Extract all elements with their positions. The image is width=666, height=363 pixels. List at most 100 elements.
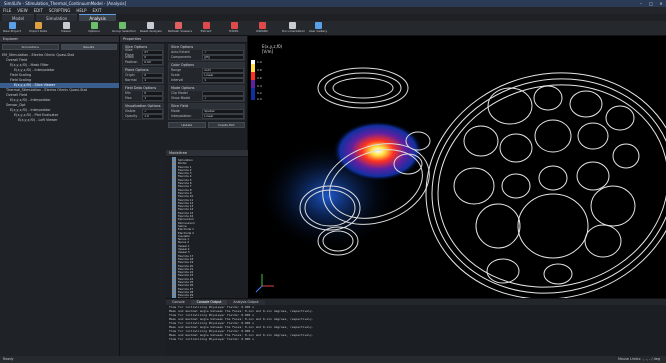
property-group: Slice Field Mode Spatial Interpolation Linea… (168, 103, 245, 120)
model-tree-panel: Modeltree Simulation Model Fascicle 1 Fasci… (166, 150, 248, 298)
property-group: Field Data Options Min 0 Max 1 (122, 85, 164, 102)
property-group: Slice Options Auto Extent ✓ Components ||E|| (168, 44, 245, 61)
legend-tick: 0.8 (257, 68, 262, 72)
model-tree-title: Modeltree (166, 150, 248, 157)
property-row: Components ||E|| (169, 54, 244, 61)
property-row: Max 1 (123, 95, 163, 102)
ribbon-label: Group Selection (112, 29, 136, 33)
property-value-field[interactable]: ✓ (202, 95, 244, 102)
ribbon-button[interactable]: Import Data (28, 22, 48, 35)
property-value-field[interactable]: 1 (142, 95, 163, 102)
legend-tick: 0.6 (257, 76, 262, 80)
property-group: Color Options Range Auto Scale Linear Interva… (168, 62, 245, 84)
menu-scripting[interactable]: SCRIPTING (49, 7, 70, 14)
property-value-field[interactable]: 1 (202, 77, 244, 84)
status-left: Ready (3, 357, 14, 361)
menu-exit[interactable]: EXIT (93, 7, 102, 14)
ribbon-icon (174, 22, 182, 29)
menu-help[interactable]: HELP (76, 7, 86, 14)
property-value-field[interactable]: ||E|| (202, 54, 244, 61)
explorer-tab-simulations[interactable]: Simulations (2, 44, 59, 50)
3d-viewer[interactable]: E(x,y,z,f0) [V/m] 1.0 0.8 0.6 0.4 0.2 0.… (248, 36, 666, 298)
property-value-field[interactable]: 1 (142, 77, 163, 84)
ribbon-icon (90, 22, 98, 29)
property-label: Position (125, 60, 138, 64)
ribbon-button[interactable]: Reset Analysis (140, 22, 162, 35)
legend-tick: 0.0 (257, 97, 262, 101)
menu-file[interactable]: FILE (3, 7, 11, 14)
property-row: Position 0.00 (123, 59, 163, 66)
property-label: Components (171, 55, 192, 59)
legend-tick: 0.4 (257, 84, 262, 88)
menu-bar: FILE VIEW EDIT SCRIPTING HELP EXIT (0, 7, 666, 14)
property-row: Show Model ✓ (169, 95, 244, 102)
console-line: Time for initializing PhysLayer fields: … (169, 337, 254, 341)
properties-left-groups: Slice Options Slice Plane XY Index 0 Position… (120, 44, 166, 120)
tree-item[interactable]: E(x,y,z,f0) - Loft Viewer (0, 118, 119, 123)
properties-right-groups: Slice Options Auto Extent ✓ Components ||E||… (166, 44, 247, 120)
ribbon-label: Options (88, 29, 100, 33)
field-hotspot (333, 121, 423, 181)
legend-unit: [V/m] (262, 49, 274, 54)
title-bar: Sim4Life - Stimulation_Thermal_Continuum… (0, 0, 666, 7)
ribbon-button[interactable]: Group Selection (112, 22, 136, 35)
property-value-field[interactable]: 0.00 (142, 59, 163, 66)
ribbon-label: Viewer (60, 29, 72, 33)
property-row: Interpolation Linear (169, 113, 244, 120)
maximize-button[interactable]: □ (646, 0, 656, 7)
ribbon-button[interactable]: Extract (196, 22, 216, 35)
properties-right-header (166, 36, 247, 43)
status-right: Mouse Limbs: -, -, - / deg (617, 357, 660, 361)
axes-triad-icon (255, 274, 274, 293)
ribbon-icon (62, 22, 70, 29)
property-label: Normal (125, 78, 137, 82)
ribbon-label: Documentation (282, 29, 306, 33)
ribbon-label: New Project (3, 29, 21, 33)
properties-title: Properties (120, 36, 166, 43)
ribbon-label: User Gallery (308, 29, 328, 33)
property-value-field[interactable]: 1.0 (142, 113, 163, 120)
color-legend: E(x,y,z,f0) [V/m] 1.0 0.8 0.6 0.4 0.2 0.… (251, 44, 283, 101)
ribbon-button[interactable]: EXCEL (224, 22, 244, 35)
update-button[interactable]: Update (168, 122, 206, 128)
minimize-button[interactable]: – (636, 0, 646, 7)
console-panel: Console Console Output Analysis Output Tim… (166, 298, 666, 356)
create-plot-button[interactable]: Create Plot (207, 122, 245, 128)
property-label: Interpolation (171, 114, 192, 118)
property-label: Max (125, 96, 132, 100)
property-group: Visualization Options Visible ✓ Opacity 1.0 (122, 103, 164, 120)
properties-panel: Properties Slice Options Slice Plane XY Ind… (120, 36, 166, 356)
property-group: Mode Options Clip Model Show Model ✓ (168, 85, 245, 102)
ribbon-button[interactable]: Options (84, 22, 104, 35)
menu-edit[interactable]: EDIT (34, 7, 43, 14)
property-label: Opacity (125, 114, 138, 118)
model-tree-list: Simulation Model Fascicle 1 Fascicle 2 Fasci… (166, 157, 248, 298)
explorer-tab-results[interactable]: Results (60, 44, 117, 50)
ribbon-icon (258, 22, 266, 29)
legend-tick: 1.0 (257, 60, 262, 64)
menu-view[interactable]: VIEW (17, 7, 27, 14)
ribbon-toolbar: New Project Import Data Viewer Options Group… (0, 21, 666, 36)
ribbon-icon (8, 22, 16, 29)
close-button[interactable]: ✕ (656, 0, 666, 7)
ribbon-button[interactable]: Viewer (56, 22, 76, 35)
ribbon-button[interactable]: Documentation (282, 22, 306, 35)
ribbon-button[interactable]: OSPARC (252, 22, 272, 35)
main-tabs: Model Simulation Analysis (0, 14, 666, 22)
console-output: Time for initializing PhysLayer fields: … (166, 305, 666, 341)
ribbon-label: OSPARC (256, 29, 268, 33)
ribbon-button[interactable]: Refresh Viewers (168, 22, 193, 35)
ribbon-button[interactable]: New Project (2, 22, 22, 35)
legend-tick: 0.2 (257, 91, 262, 95)
ribbon-icon (230, 22, 238, 29)
property-row: Interval 1 (169, 77, 244, 84)
property-group: Slice Options Slice Plane XY Index 0 Position… (122, 44, 164, 66)
viewer-canvas[interactable]: E(x,y,z,f0) [V/m] 1.0 0.8 0.6 0.4 0.2 0.… (248, 36, 666, 298)
property-value-field[interactable]: Linear (202, 113, 244, 120)
property-label: Show Model (171, 96, 191, 100)
ribbon-icon (288, 22, 296, 29)
ribbon-label: Refresh Viewers (168, 29, 193, 33)
explorer-tree: EM_Stimulation - Electro Ohmic Quasi-Sta… (0, 51, 119, 123)
ribbon-button[interactable]: User Gallery (308, 22, 328, 35)
ribbon-label: Extract (200, 29, 212, 33)
